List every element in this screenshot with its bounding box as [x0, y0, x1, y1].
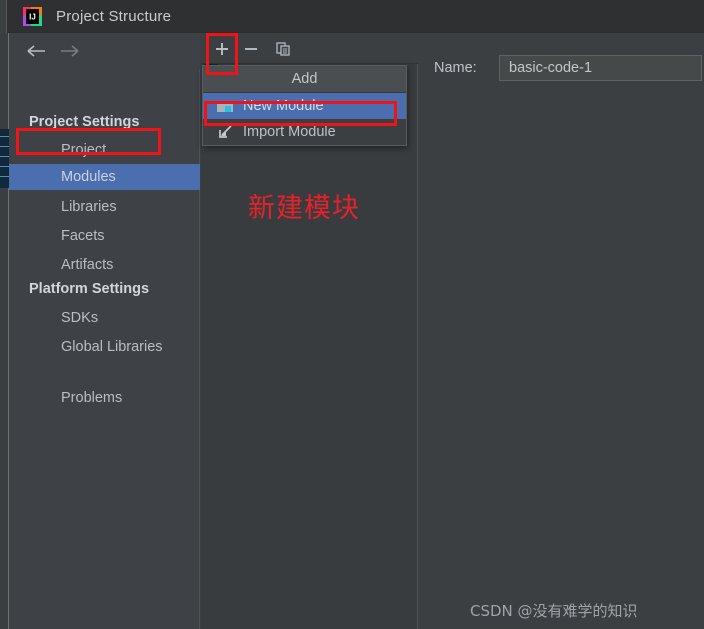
- name-label: Name:: [434, 60, 477, 76]
- project-structure-dialog: IJ Project Structure Project Settings Pr…: [0, 0, 704, 629]
- background-window-edge: [0, 33, 9, 629]
- sidebar-item-label: SDKs: [61, 310, 99, 326]
- sidebar-item-libraries[interactable]: Libraries: [9, 194, 200, 220]
- title-bar: IJ Project Structure: [0, 0, 704, 33]
- name-input-value: basic-code-1: [509, 60, 593, 76]
- annotation-box-new-module: [204, 101, 397, 126]
- settings-sidebar: Project Settings Project Modules Librari…: [9, 33, 200, 629]
- intellij-idea-logo: IJ: [22, 6, 43, 27]
- title-bar-left-strip: [0, 0, 7, 33]
- sidebar-item-label: Artifacts: [61, 257, 114, 273]
- import-arrow-icon: [217, 124, 233, 140]
- window-title: Project Structure: [56, 8, 172, 25]
- sidebar-item-artifacts[interactable]: Artifacts: [9, 252, 200, 278]
- sidebar-item-problems[interactable]: Problems: [9, 385, 200, 411]
- copy-icon[interactable]: [272, 38, 294, 60]
- minus-icon[interactable]: [240, 38, 262, 60]
- background-window-panel: [0, 129, 9, 188]
- sidebar-item-sdks[interactable]: SDKs: [9, 305, 200, 331]
- sidebar-nav-toolbar: [9, 33, 200, 69]
- sidebar-item-label: Global Libraries: [61, 339, 163, 355]
- sidebar-item-label: Libraries: [61, 199, 117, 215]
- sidebar-item-label: Problems: [61, 390, 123, 406]
- sidebar-item-modules[interactable]: Modules: [9, 164, 200, 190]
- module-details-panel: Name: basic-code-1: [419, 33, 704, 629]
- sidebar-item-global-libraries[interactable]: Global Libraries: [9, 334, 200, 360]
- name-row: Name: basic-code-1: [419, 53, 704, 83]
- annotation-callout-text: 新建模块: [248, 193, 360, 224]
- arrow-right-icon[interactable]: [57, 41, 81, 61]
- arrow-left-icon[interactable]: [25, 41, 49, 61]
- sidebar-item-facets[interactable]: Facets: [9, 223, 200, 249]
- menu-item-label: Import Module: [243, 124, 336, 140]
- sidebar-section-platform-settings: Platform Settings: [29, 281, 150, 297]
- sidebar-item-label: Facets: [61, 228, 105, 244]
- annotation-box-modules: [16, 128, 161, 155]
- name-input[interactable]: basic-code-1: [499, 55, 702, 81]
- svg-text:IJ: IJ: [29, 13, 36, 22]
- annotation-box-add-button: [206, 33, 238, 75]
- csdn-watermark: CSDN @没有难学的知识: [470, 602, 638, 620]
- sidebar-item-label: Modules: [61, 169, 116, 185]
